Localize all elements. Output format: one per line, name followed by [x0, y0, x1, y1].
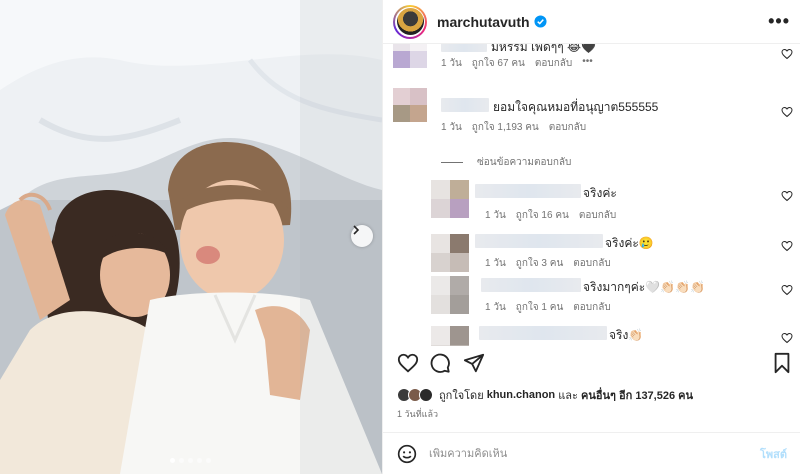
likes-middle: และ — [558, 390, 578, 402]
likes-summary[interactable]: ถูกใจโดย khun.chanon และ คนอื่นๆ อีก 137… — [397, 386, 693, 404]
carousel-dot — [188, 458, 193, 463]
reply-likes[interactable]: ถูกใจ 1 คน — [516, 300, 564, 315]
next-photo-button[interactable] — [351, 225, 373, 247]
commenter-avatar[interactable] — [393, 88, 427, 122]
reply-meta: 1 วัน ถูกใจ 16 คน ตอบกลับ — [485, 208, 616, 223]
reply-button[interactable]: ตอบกลับ — [573, 300, 610, 315]
more-options-icon[interactable]: ••• — [768, 11, 790, 32]
replier-name-blurred[interactable] — [475, 184, 581, 198]
reply-text: จริงมากๆค่ะ🤍👏🏻👏🏻👏🏻 — [583, 280, 705, 294]
chevron-right-icon — [353, 225, 360, 235]
author-username[interactable]: marchutavuth — [437, 14, 530, 30]
comment-likes[interactable]: ถูกใจ 67 คน — [472, 56, 525, 71]
add-comment-bar: โพสต์ — [383, 432, 800, 474]
reply-text: จริงค่ะ — [583, 186, 617, 200]
reply-time: 1 วัน — [485, 210, 506, 221]
post-photo[interactable] — [0, 0, 382, 474]
comment-input[interactable] — [429, 447, 760, 460]
liker-avatars — [397, 388, 433, 402]
liker-username[interactable]: khun.chanon — [487, 389, 555, 401]
comment-time: 1 วัน — [441, 58, 462, 69]
commenter-avatar[interactable] — [393, 44, 427, 68]
reply-likes[interactable]: ถูกใจ 3 คน — [516, 256, 564, 271]
reply-meta: 1 วัน ถูกใจ 1 คน ตอบกลับ — [485, 300, 611, 315]
hide-replies-button[interactable]: ซ่อนข้อความตอบกลับ — [441, 155, 571, 170]
comment-options[interactable]: ••• — [582, 56, 593, 71]
reply-text: จริง👏🏻 — [609, 328, 644, 342]
carousel-dot — [170, 458, 175, 463]
like-comment-heart-icon[interactable] — [781, 190, 793, 202]
post-header: marchutavuth ••• — [383, 0, 800, 44]
like-heart-icon[interactable] — [397, 352, 419, 374]
likes-others[interactable]: คนอื่นๆ อีก 137,526 คน — [581, 386, 693, 404]
comments-list[interactable]: มหรรม เพิ่ดๆๆ 😂🖤 1 วัน ถูกใจ 67 คน ตอบกล… — [383, 44, 800, 346]
replier-avatar[interactable] — [431, 180, 469, 218]
reply-text: จริงค่ะ🥲 — [605, 236, 654, 250]
save-bookmark-icon[interactable] — [771, 352, 793, 374]
comment-text: ยอมใจคุณหมอที่อนุญาต555555 — [493, 100, 659, 114]
hide-replies-label: ซ่อนข้อความตอบกลับ — [477, 157, 572, 168]
replier-name-blurred[interactable] — [475, 234, 603, 248]
reply-time: 1 วัน — [485, 258, 506, 269]
replier-name-blurred[interactable] — [479, 326, 607, 340]
commenter-name-blurred[interactable] — [441, 44, 487, 52]
reply-meta: 1 วัน ถูกใจ 3 คน ตอบกลับ — [485, 256, 611, 271]
replier-avatar[interactable] — [431, 276, 469, 314]
likes-prefix: ถูกใจโดย — [439, 390, 484, 402]
comment-time: 1 วัน — [441, 122, 462, 133]
post-side-panel: marchutavuth ••• มหรรม เพิ่ดๆๆ 😂🖤 1 วัน … — [382, 0, 800, 474]
post-comment-button[interactable]: โพสต์ — [760, 445, 787, 463]
carousel-dot — [197, 458, 202, 463]
comment-meta: 1 วัน ถูกใจ 67 คน ตอบกลับ ••• — [441, 56, 593, 71]
replier-name-blurred[interactable] — [481, 278, 581, 292]
like-comment-heart-icon[interactable] — [781, 332, 793, 344]
like-comment-heart-icon[interactable] — [781, 106, 793, 118]
author-avatar[interactable] — [393, 4, 427, 39]
replier-avatar[interactable] — [431, 326, 469, 346]
reply-likes[interactable]: ถูกใจ 16 คน — [516, 208, 569, 223]
like-comment-heart-icon[interactable] — [781, 284, 793, 296]
carousel-dot — [179, 458, 184, 463]
post-action-bar — [383, 350, 800, 380]
reply-button[interactable]: ตอบกลับ — [549, 120, 586, 135]
reply-button[interactable]: ตอบกลับ — [535, 56, 572, 71]
share-paper-plane-icon[interactable] — [463, 352, 485, 374]
verified-badge-icon — [534, 15, 547, 28]
reply-button[interactable]: ตอบกลับ — [579, 208, 616, 223]
carousel-dots — [170, 458, 211, 463]
like-comment-heart-icon[interactable] — [781, 240, 793, 252]
post-timestamp[interactable]: 1 วันที่แล้ว — [397, 407, 438, 421]
replier-avatar[interactable] — [431, 234, 469, 272]
comment-likes[interactable]: ถูกใจ 1,193 คน — [472, 120, 539, 135]
like-comment-heart-icon[interactable] — [781, 48, 793, 60]
reply-button[interactable]: ตอบกลับ — [573, 256, 610, 271]
carousel-dot — [206, 458, 211, 463]
photo-illustration — [0, 0, 382, 474]
reply-time: 1 วัน — [485, 302, 506, 313]
emoji-smiley-icon[interactable] — [397, 444, 417, 464]
comment-meta: 1 วัน ถูกใจ 1,193 คน ตอบกลับ — [441, 120, 586, 135]
comment-bubble-icon[interactable] — [429, 352, 451, 374]
commenter-name-blurred[interactable] — [441, 98, 489, 112]
